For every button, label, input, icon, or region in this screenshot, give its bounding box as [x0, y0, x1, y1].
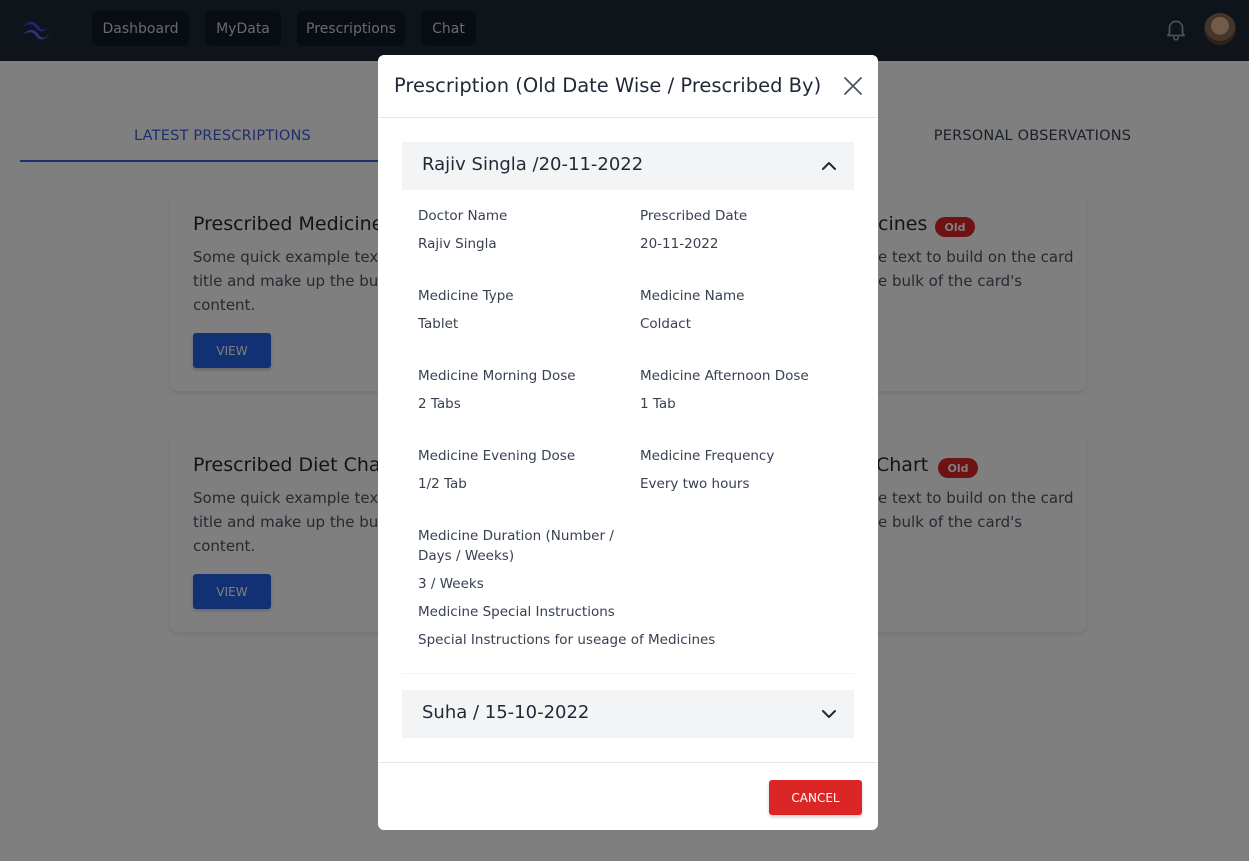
- duration-label: Medicine Duration (Number /: [418, 528, 614, 544]
- chevron-down-icon[interactable]: [820, 705, 838, 723]
- special-instructions-label: Medicine Special Instructions: [418, 604, 615, 620]
- medicine-name-label: Medicine Name: [640, 288, 745, 304]
- modal-header: Prescription (Old Date Wise / Prescribed…: [378, 55, 878, 118]
- accordion-title: Rajiv Singla /20-11-2022: [422, 154, 644, 175]
- chevron-up-icon[interactable]: [820, 157, 838, 175]
- special-instructions-value: Special Instructions for useage of Medic…: [418, 632, 716, 648]
- accordion-header-rajiv[interactable]: Rajiv Singla /20-11-2022: [402, 142, 854, 190]
- evening-dose-value: 1/2 Tab: [418, 476, 467, 492]
- frequency-label: Medicine Frequency: [640, 448, 775, 464]
- morning-dose-value: 2 Tabs: [418, 396, 461, 412]
- cancel-button[interactable]: CANCEL: [769, 780, 862, 815]
- doctor-name-value: Rajiv Singla: [418, 236, 497, 252]
- morning-dose-label: Medicine Morning Dose: [418, 368, 576, 384]
- accordion-header-suha[interactable]: Suha / 15-10-2022: [402, 690, 854, 738]
- afternoon-dose-label: Medicine Afternoon Dose: [640, 368, 809, 384]
- close-icon[interactable]: [842, 75, 864, 97]
- accordion-title: Suha / 15-10-2022: [422, 702, 590, 723]
- duration-value: 3 / Weeks: [418, 576, 484, 592]
- modal-footer: CANCEL: [378, 762, 878, 830]
- frequency-value: Every two hours: [640, 476, 750, 492]
- prescribed-date-value: 20-11-2022: [640, 236, 719, 252]
- duration-label: Days / Weeks): [418, 548, 515, 564]
- afternoon-dose-value: 1 Tab: [640, 396, 676, 412]
- medicine-type-value: Tablet: [418, 316, 459, 332]
- modal-title: Prescription (Old Date Wise / Prescribed…: [394, 74, 822, 97]
- evening-dose-label: Medicine Evening Dose: [418, 448, 576, 464]
- prescribed-date-label: Prescribed Date: [640, 208, 748, 224]
- doctor-name-label: Doctor Name: [418, 208, 508, 224]
- prescription-modal: Prescription (Old Date Wise / Prescribed…: [378, 55, 878, 830]
- medicine-type-label: Medicine Type: [418, 288, 514, 304]
- medicine-name-value: Coldact: [640, 316, 691, 332]
- accordion-body: Doctor Name Rajiv Singla Prescribed Date…: [402, 190, 854, 674]
